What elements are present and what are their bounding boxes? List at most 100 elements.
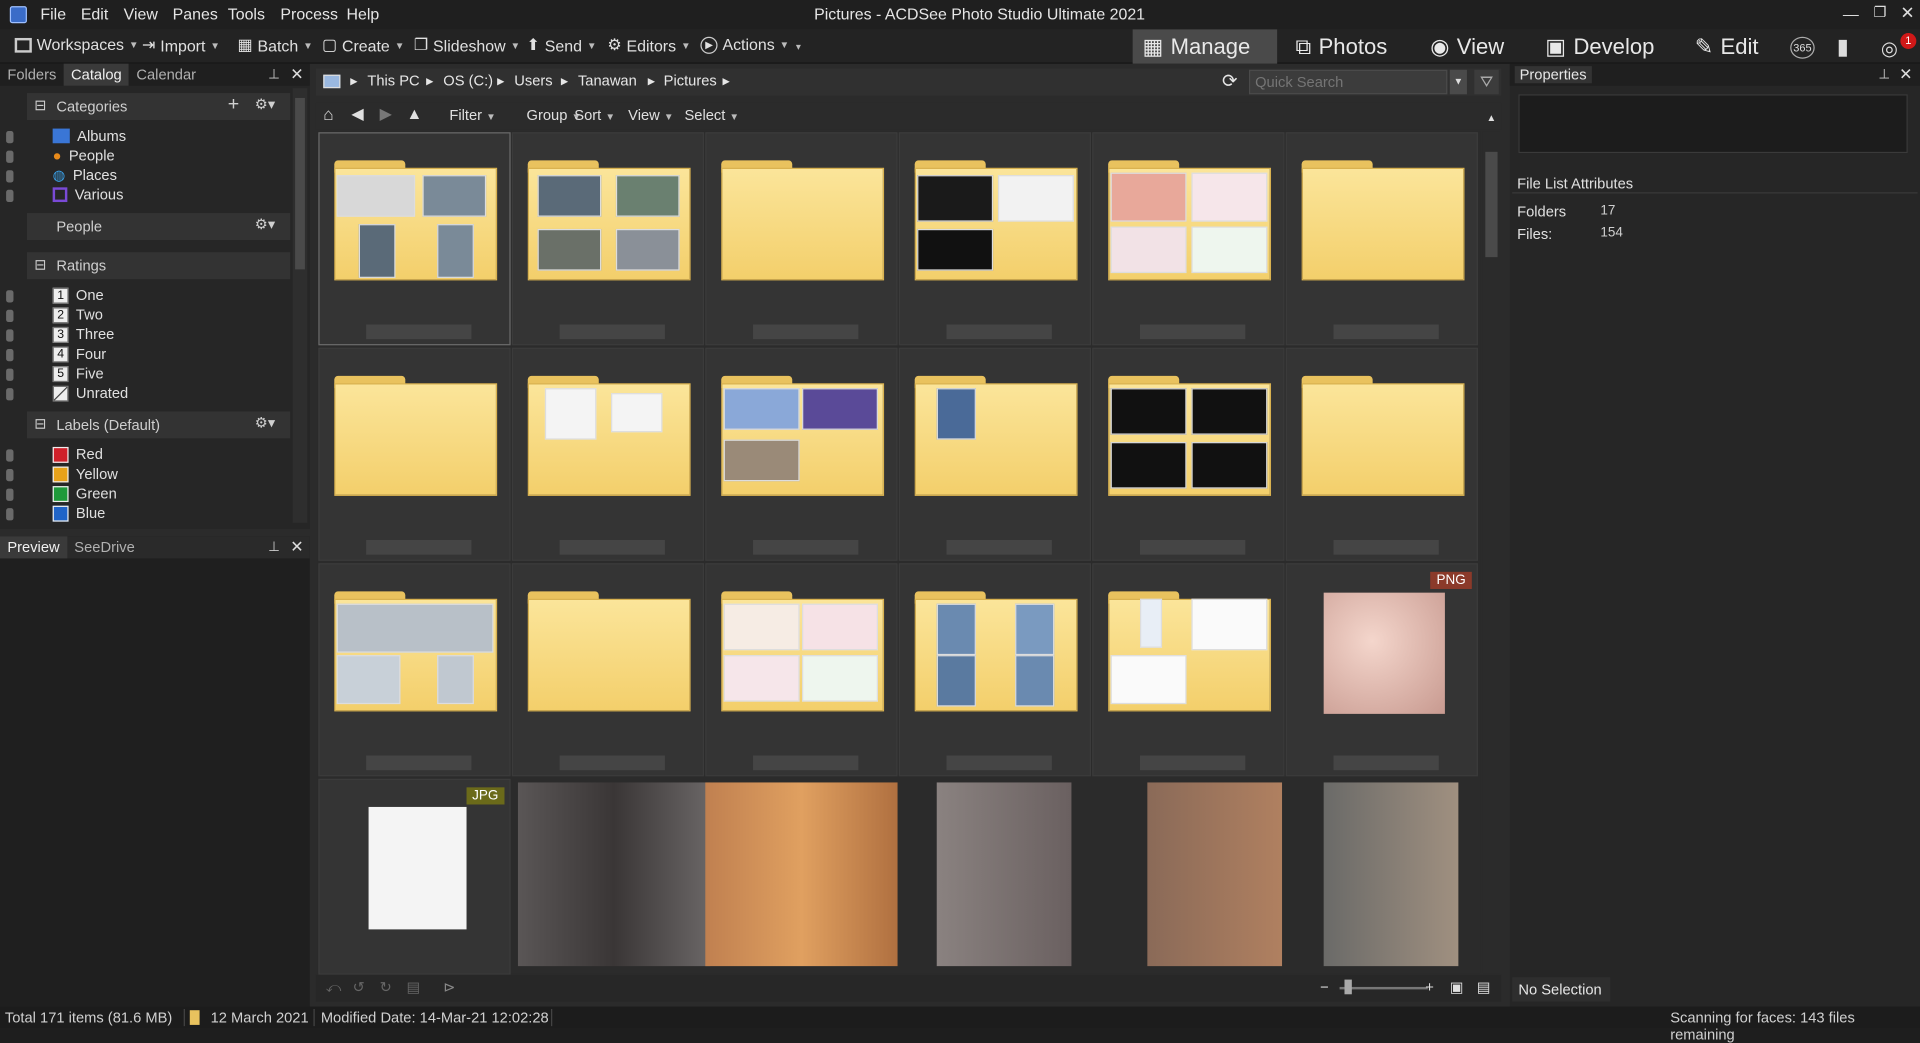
thumbnail-view-icon[interactable]: ▣	[1450, 978, 1464, 995]
chevron-right-icon[interactable]: ▸	[561, 72, 568, 89]
pin-marker-icon[interactable]	[6, 170, 14, 183]
collapse-icon[interactable]: ⊟	[34, 415, 46, 432]
blurred-thumbnail[interactable]	[517, 782, 711, 967]
scrollbar-thumb[interactable]	[1485, 151, 1498, 258]
rotate-left-icon[interactable]: ⤺	[326, 978, 342, 996]
file-list-scrollbar[interactable]	[1482, 131, 1501, 974]
folder-item[interactable]	[1285, 347, 1478, 561]
close-pane-icon[interactable]: ✕	[290, 538, 303, 558]
tab-folders[interactable]: Folders	[0, 64, 64, 86]
folder-item[interactable]	[318, 132, 511, 346]
dashboard-icon[interactable]: ▮	[1837, 34, 1849, 60]
rating-two[interactable]: 2 Two	[52, 306, 103, 323]
pin-icon[interactable]: ⊥	[268, 539, 280, 555]
filter-icon[interactable]: ⛛	[1474, 69, 1499, 95]
breadcrumb-users[interactable]: Users	[514, 72, 552, 89]
pin-marker-icon[interactable]	[6, 468, 14, 482]
category-places[interactable]: ◍ Places	[53, 167, 117, 184]
gear-icon[interactable]: ⚙▾	[255, 414, 276, 431]
sort-menu[interactable]: Sort ▼	[574, 107, 615, 124]
details-view-icon[interactable]: ▤	[1477, 978, 1491, 995]
folder-item[interactable]	[511, 132, 705, 346]
rating-four[interactable]: 4 Four	[52, 345, 106, 362]
no-selection-tab[interactable]: No Selection	[1512, 977, 1611, 1002]
mode-view-button[interactable]: ◉ View	[1420, 29, 1514, 63]
pin-marker-icon[interactable]	[6, 131, 14, 144]
breadcrumb-pictures[interactable]: Pictures	[664, 72, 717, 89]
folder-item[interactable]	[705, 347, 898, 561]
breadcrumb-tanawan[interactable]: Tanawan	[578, 72, 637, 89]
pin-marker-icon[interactable]	[6, 189, 14, 203]
pin-marker-icon[interactable]	[6, 508, 14, 521]
zoom-in-icon[interactable]: +	[1425, 978, 1434, 995]
labels-header[interactable]: ⊟ Labels (Default) ⚙▾	[26, 411, 291, 439]
blurred-thumbnail[interactable]	[705, 782, 898, 967]
collapse-icon[interactable]: ⊟	[34, 97, 46, 114]
pin-marker-icon[interactable]	[6, 150, 14, 163]
tab-calendar[interactable]: Calendar	[129, 64, 203, 86]
toolbar-overflow-icon[interactable]: ▾	[796, 42, 801, 53]
folder-item[interactable]	[1092, 132, 1285, 346]
undo-icon[interactable]: ↺	[353, 978, 365, 995]
blurred-thumbnail[interactable]	[1147, 782, 1283, 967]
categories-header[interactable]: ⊟ Categories + ⚙▾	[26, 93, 291, 121]
mode-manage-button[interactable]: ▦ Manage	[1132, 29, 1278, 64]
zoom-out-icon[interactable]: −	[1320, 978, 1329, 995]
add-icon[interactable]: +	[228, 94, 239, 116]
folder-item[interactable]	[1285, 132, 1478, 346]
pin-marker-icon[interactable]	[6, 388, 14, 401]
label-yellow[interactable]: Yellow	[52, 465, 118, 482]
rating-unrated[interactable]: Unrated	[52, 384, 128, 402]
pin-marker-icon[interactable]	[6, 449, 14, 462]
tab-catalog[interactable]: Catalog	[63, 63, 130, 86]
catalog-scrollbar[interactable]	[292, 88, 308, 523]
chevron-right-icon[interactable]: ▸	[426, 72, 433, 89]
image-item-jpg[interactable]: JPG	[318, 778, 511, 975]
chevron-right-icon[interactable]: ▸	[648, 72, 655, 89]
workspaces-button[interactable]: Workspaces ▼	[14, 36, 139, 54]
rating-five[interactable]: 5 Five	[52, 365, 104, 382]
pin-marker-icon[interactable]	[6, 488, 14, 501]
label-green[interactable]: Green	[52, 485, 117, 502]
import-button[interactable]: ⇥ Import ▼	[142, 36, 220, 56]
chevron-right-icon[interactable]: ▸	[497, 72, 504, 89]
mode-develop-button[interactable]: ▣ Develop	[1536, 29, 1665, 63]
batch-button[interactable]: ▦ Batch ▼	[238, 36, 313, 56]
blurred-thumbnail[interactable]	[1323, 782, 1459, 967]
folder-item[interactable]	[705, 132, 898, 346]
blurred-thumbnail[interactable]	[936, 782, 1072, 967]
label-red[interactable]: Red	[52, 446, 103, 463]
notifications-icon[interactable]: ◎	[1881, 37, 1898, 61]
pin-icon[interactable]: ⊥	[1878, 66, 1890, 82]
select-menu[interactable]: Select ▼	[684, 107, 739, 124]
search-dropdown-icon[interactable]: ▼	[1449, 69, 1467, 95]
home-icon[interactable]: ⌂	[323, 104, 333, 124]
365-icon[interactable]: 365	[1790, 36, 1815, 59]
folder-item[interactable]	[1092, 347, 1285, 561]
chevron-right-icon[interactable]: ▸	[350, 72, 357, 89]
folder-item[interactable]	[898, 347, 1092, 561]
redo-icon[interactable]: ↻	[380, 978, 392, 995]
minimize-button[interactable]: —	[1843, 5, 1859, 23]
folder-item[interactable]	[705, 563, 898, 777]
close-pane-icon[interactable]: ✕	[1899, 65, 1912, 85]
send-button[interactable]: ⬆ Send ▼	[527, 36, 597, 56]
breadcrumb-this-pc[interactable]: This PC	[367, 72, 419, 89]
pin-marker-icon[interactable]	[6, 290, 14, 303]
refresh-icon[interactable]: ⟳	[1222, 70, 1237, 92]
pin-icon[interactable]: ⊥	[268, 66, 280, 82]
folder-item[interactable]	[1092, 563, 1285, 777]
zoom-slider-handle[interactable]	[1344, 979, 1352, 995]
folder-item[interactable]	[898, 563, 1092, 777]
forward-icon[interactable]: ▶	[380, 104, 392, 124]
actions-button[interactable]: ▶ Actions ▼	[700, 36, 789, 54]
rating-one[interactable]: 1 One	[52, 287, 104, 304]
chevron-right-icon[interactable]: ▸	[722, 72, 729, 89]
category-people[interactable]: ● People	[53, 147, 115, 164]
folder-item[interactable]	[318, 347, 511, 561]
close-pane-icon[interactable]: ✕	[290, 65, 303, 85]
slideshow-button[interactable]: ❐ Slideshow ▼	[414, 36, 520, 56]
filter-menu[interactable]: Filter ▼	[449, 107, 495, 124]
folder-item[interactable]	[318, 563, 511, 777]
compare-icon[interactable]: ▤	[407, 978, 421, 995]
